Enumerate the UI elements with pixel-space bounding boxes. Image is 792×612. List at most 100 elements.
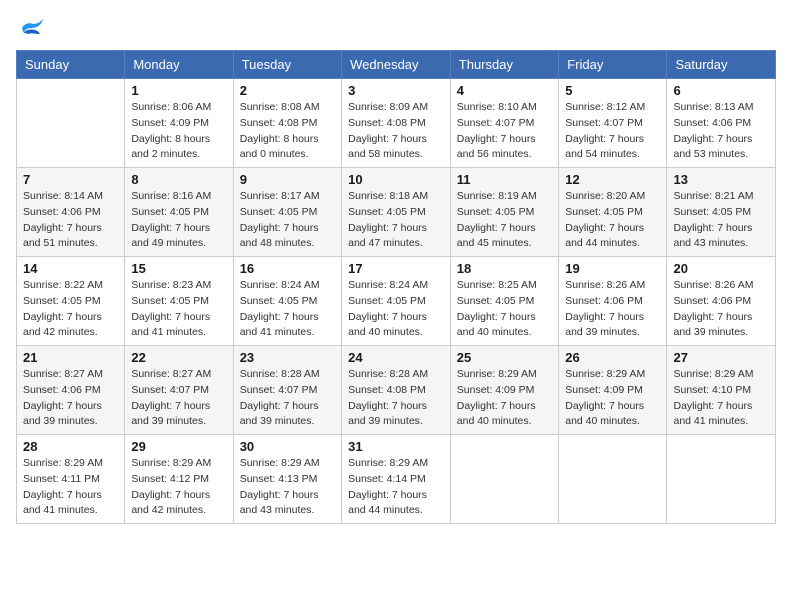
calendar-cell: 22 Sunrise: 8:27 AMSunset: 4:07 PMDayligh… xyxy=(125,346,233,435)
day-info: Sunrise: 8:24 AMSunset: 4:05 PMDaylight:… xyxy=(348,278,444,341)
day-number: 17 xyxy=(348,261,444,276)
day-info: Sunrise: 8:18 AMSunset: 4:05 PMDaylight:… xyxy=(348,189,444,252)
logo xyxy=(16,16,50,40)
day-info: Sunrise: 8:29 AMSunset: 4:09 PMDaylight:… xyxy=(565,367,660,430)
day-number: 1 xyxy=(131,83,226,98)
calendar-cell: 28 Sunrise: 8:29 AMSunset: 4:11 PMDayligh… xyxy=(17,435,125,524)
day-number: 30 xyxy=(240,439,335,454)
day-info: Sunrise: 8:25 AMSunset: 4:05 PMDaylight:… xyxy=(457,278,552,341)
day-info: Sunrise: 8:29 AMSunset: 4:11 PMDaylight:… xyxy=(23,456,118,519)
day-info: Sunrise: 8:27 AMSunset: 4:07 PMDaylight:… xyxy=(131,367,226,430)
calendar-cell: 25 Sunrise: 8:29 AMSunset: 4:09 PMDayligh… xyxy=(450,346,558,435)
calendar-cell xyxy=(17,79,125,168)
weekday-header-saturday: Saturday xyxy=(667,51,776,79)
calendar-cell: 12 Sunrise: 8:20 AMSunset: 4:05 PMDayligh… xyxy=(559,168,667,257)
calendar-table: SundayMondayTuesdayWednesdayThursdayFrid… xyxy=(16,50,776,524)
day-info: Sunrise: 8:28 AMSunset: 4:08 PMDaylight:… xyxy=(348,367,444,430)
calendar-cell: 26 Sunrise: 8:29 AMSunset: 4:09 PMDayligh… xyxy=(559,346,667,435)
day-info: Sunrise: 8:29 AMSunset: 4:14 PMDaylight:… xyxy=(348,456,444,519)
day-info: Sunrise: 8:10 AMSunset: 4:07 PMDaylight:… xyxy=(457,100,552,163)
day-number: 13 xyxy=(673,172,769,187)
calendar-cell: 19 Sunrise: 8:26 AMSunset: 4:06 PMDayligh… xyxy=(559,257,667,346)
calendar-cell: 9 Sunrise: 8:17 AMSunset: 4:05 PMDaylight… xyxy=(233,168,341,257)
day-info: Sunrise: 8:29 AMSunset: 4:13 PMDaylight:… xyxy=(240,456,335,519)
day-info: Sunrise: 8:17 AMSunset: 4:05 PMDaylight:… xyxy=(240,189,335,252)
day-number: 16 xyxy=(240,261,335,276)
calendar-cell: 14 Sunrise: 8:22 AMSunset: 4:05 PMDayligh… xyxy=(17,257,125,346)
day-info: Sunrise: 8:21 AMSunset: 4:05 PMDaylight:… xyxy=(673,189,769,252)
day-number: 22 xyxy=(131,350,226,365)
calendar-cell: 29 Sunrise: 8:29 AMSunset: 4:12 PMDayligh… xyxy=(125,435,233,524)
calendar-cell: 4Sunrise: 8:10 AMSunset: 4:07 PMDaylight… xyxy=(450,79,558,168)
calendar-week-0: 1 Sunrise: 8:06 AMSunset: 4:09 PMDaylight… xyxy=(17,79,776,168)
calendar-week-1: 7 Sunrise: 8:14 AMSunset: 4:06 PMDaylight… xyxy=(17,168,776,257)
calendar-cell: 30 Sunrise: 8:29 AMSunset: 4:13 PMDayligh… xyxy=(233,435,341,524)
day-info: Sunrise: 8:24 AMSunset: 4:05 PMDaylight:… xyxy=(240,278,335,341)
calendar-cell: 8 Sunrise: 8:16 AMSunset: 4:05 PMDaylight… xyxy=(125,168,233,257)
day-number: 26 xyxy=(565,350,660,365)
day-number: 10 xyxy=(348,172,444,187)
calendar-cell: 10 Sunrise: 8:18 AMSunset: 4:05 PMDayligh… xyxy=(342,168,451,257)
calendar-cell: 11 Sunrise: 8:19 AMSunset: 4:05 PMDayligh… xyxy=(450,168,558,257)
day-number: 12 xyxy=(565,172,660,187)
calendar-cell: 17 Sunrise: 8:24 AMSunset: 4:05 PMDayligh… xyxy=(342,257,451,346)
day-info: Sunrise: 8:23 AMSunset: 4:05 PMDaylight:… xyxy=(131,278,226,341)
day-number: 3 xyxy=(348,83,444,98)
day-info: Sunrise: 8:28 AMSunset: 4:07 PMDaylight:… xyxy=(240,367,335,430)
day-info: Sunrise: 8:13 AMSunset: 4:06 PMDaylight:… xyxy=(673,100,769,163)
day-number: 23 xyxy=(240,350,335,365)
day-number: 31 xyxy=(348,439,444,454)
day-number: 24 xyxy=(348,350,444,365)
day-number: 7 xyxy=(23,172,118,187)
day-number: 20 xyxy=(673,261,769,276)
calendar-cell: 20 Sunrise: 8:26 AMSunset: 4:06 PMDayligh… xyxy=(667,257,776,346)
day-number: 28 xyxy=(23,439,118,454)
day-number: 25 xyxy=(457,350,552,365)
page-header xyxy=(16,16,776,40)
day-number: 14 xyxy=(23,261,118,276)
day-info: Sunrise: 8:08 AMSunset: 4:08 PMDaylight:… xyxy=(240,100,335,163)
weekday-header-wednesday: Wednesday xyxy=(342,51,451,79)
calendar-cell: 21Sunrise: 8:27 AMSunset: 4:06 PMDayligh… xyxy=(17,346,125,435)
calendar-cell: 27Sunrise: 8:29 AMSunset: 4:10 PMDayligh… xyxy=(667,346,776,435)
day-info: Sunrise: 8:29 AMSunset: 4:09 PMDaylight:… xyxy=(457,367,552,430)
weekday-header-row: SundayMondayTuesdayWednesdayThursdayFrid… xyxy=(17,51,776,79)
day-info: Sunrise: 8:09 AMSunset: 4:08 PMDaylight:… xyxy=(348,100,444,163)
calendar-cell: 5 Sunrise: 8:12 AMSunset: 4:07 PMDaylight… xyxy=(559,79,667,168)
weekday-header-monday: Monday xyxy=(125,51,233,79)
day-info: Sunrise: 8:26 AMSunset: 4:06 PMDaylight:… xyxy=(673,278,769,341)
day-info: Sunrise: 8:22 AMSunset: 4:05 PMDaylight:… xyxy=(23,278,118,341)
calendar-cell: 18Sunrise: 8:25 AMSunset: 4:05 PMDayligh… xyxy=(450,257,558,346)
day-number: 8 xyxy=(131,172,226,187)
day-info: Sunrise: 8:29 AMSunset: 4:12 PMDaylight:… xyxy=(131,456,226,519)
calendar-week-2: 14 Sunrise: 8:22 AMSunset: 4:05 PMDayligh… xyxy=(17,257,776,346)
day-number: 9 xyxy=(240,172,335,187)
day-number: 2 xyxy=(240,83,335,98)
day-number: 11 xyxy=(457,172,552,187)
day-info: Sunrise: 8:16 AMSunset: 4:05 PMDaylight:… xyxy=(131,189,226,252)
day-info: Sunrise: 8:20 AMSunset: 4:05 PMDaylight:… xyxy=(565,189,660,252)
day-info: Sunrise: 8:06 AMSunset: 4:09 PMDaylight:… xyxy=(131,100,226,163)
calendar-cell: 16 Sunrise: 8:24 AMSunset: 4:05 PMDayligh… xyxy=(233,257,341,346)
calendar-cell xyxy=(559,435,667,524)
calendar-cell xyxy=(667,435,776,524)
weekday-header-friday: Friday xyxy=(559,51,667,79)
calendar-week-3: 21Sunrise: 8:27 AMSunset: 4:06 PMDayligh… xyxy=(17,346,776,435)
day-number: 19 xyxy=(565,261,660,276)
day-number: 5 xyxy=(565,83,660,98)
day-info: Sunrise: 8:26 AMSunset: 4:06 PMDaylight:… xyxy=(565,278,660,341)
calendar-cell: 13 Sunrise: 8:21 AMSunset: 4:05 PMDayligh… xyxy=(667,168,776,257)
day-info: Sunrise: 8:14 AMSunset: 4:06 PMDaylight:… xyxy=(23,189,118,252)
weekday-header-tuesday: Tuesday xyxy=(233,51,341,79)
day-info: Sunrise: 8:12 AMSunset: 4:07 PMDaylight:… xyxy=(565,100,660,163)
calendar-cell xyxy=(450,435,558,524)
day-number: 6 xyxy=(673,83,769,98)
day-info: Sunrise: 8:29 AMSunset: 4:10 PMDaylight:… xyxy=(673,367,769,430)
calendar-cell: 3 Sunrise: 8:09 AMSunset: 4:08 PMDaylight… xyxy=(342,79,451,168)
calendar-body: 1 Sunrise: 8:06 AMSunset: 4:09 PMDaylight… xyxy=(17,79,776,524)
calendar-cell: 15Sunrise: 8:23 AMSunset: 4:05 PMDayligh… xyxy=(125,257,233,346)
day-info: Sunrise: 8:19 AMSunset: 4:05 PMDaylight:… xyxy=(457,189,552,252)
weekday-header-thursday: Thursday xyxy=(450,51,558,79)
day-number: 29 xyxy=(131,439,226,454)
calendar-cell: 31 Sunrise: 8:29 AMSunset: 4:14 PMDayligh… xyxy=(342,435,451,524)
